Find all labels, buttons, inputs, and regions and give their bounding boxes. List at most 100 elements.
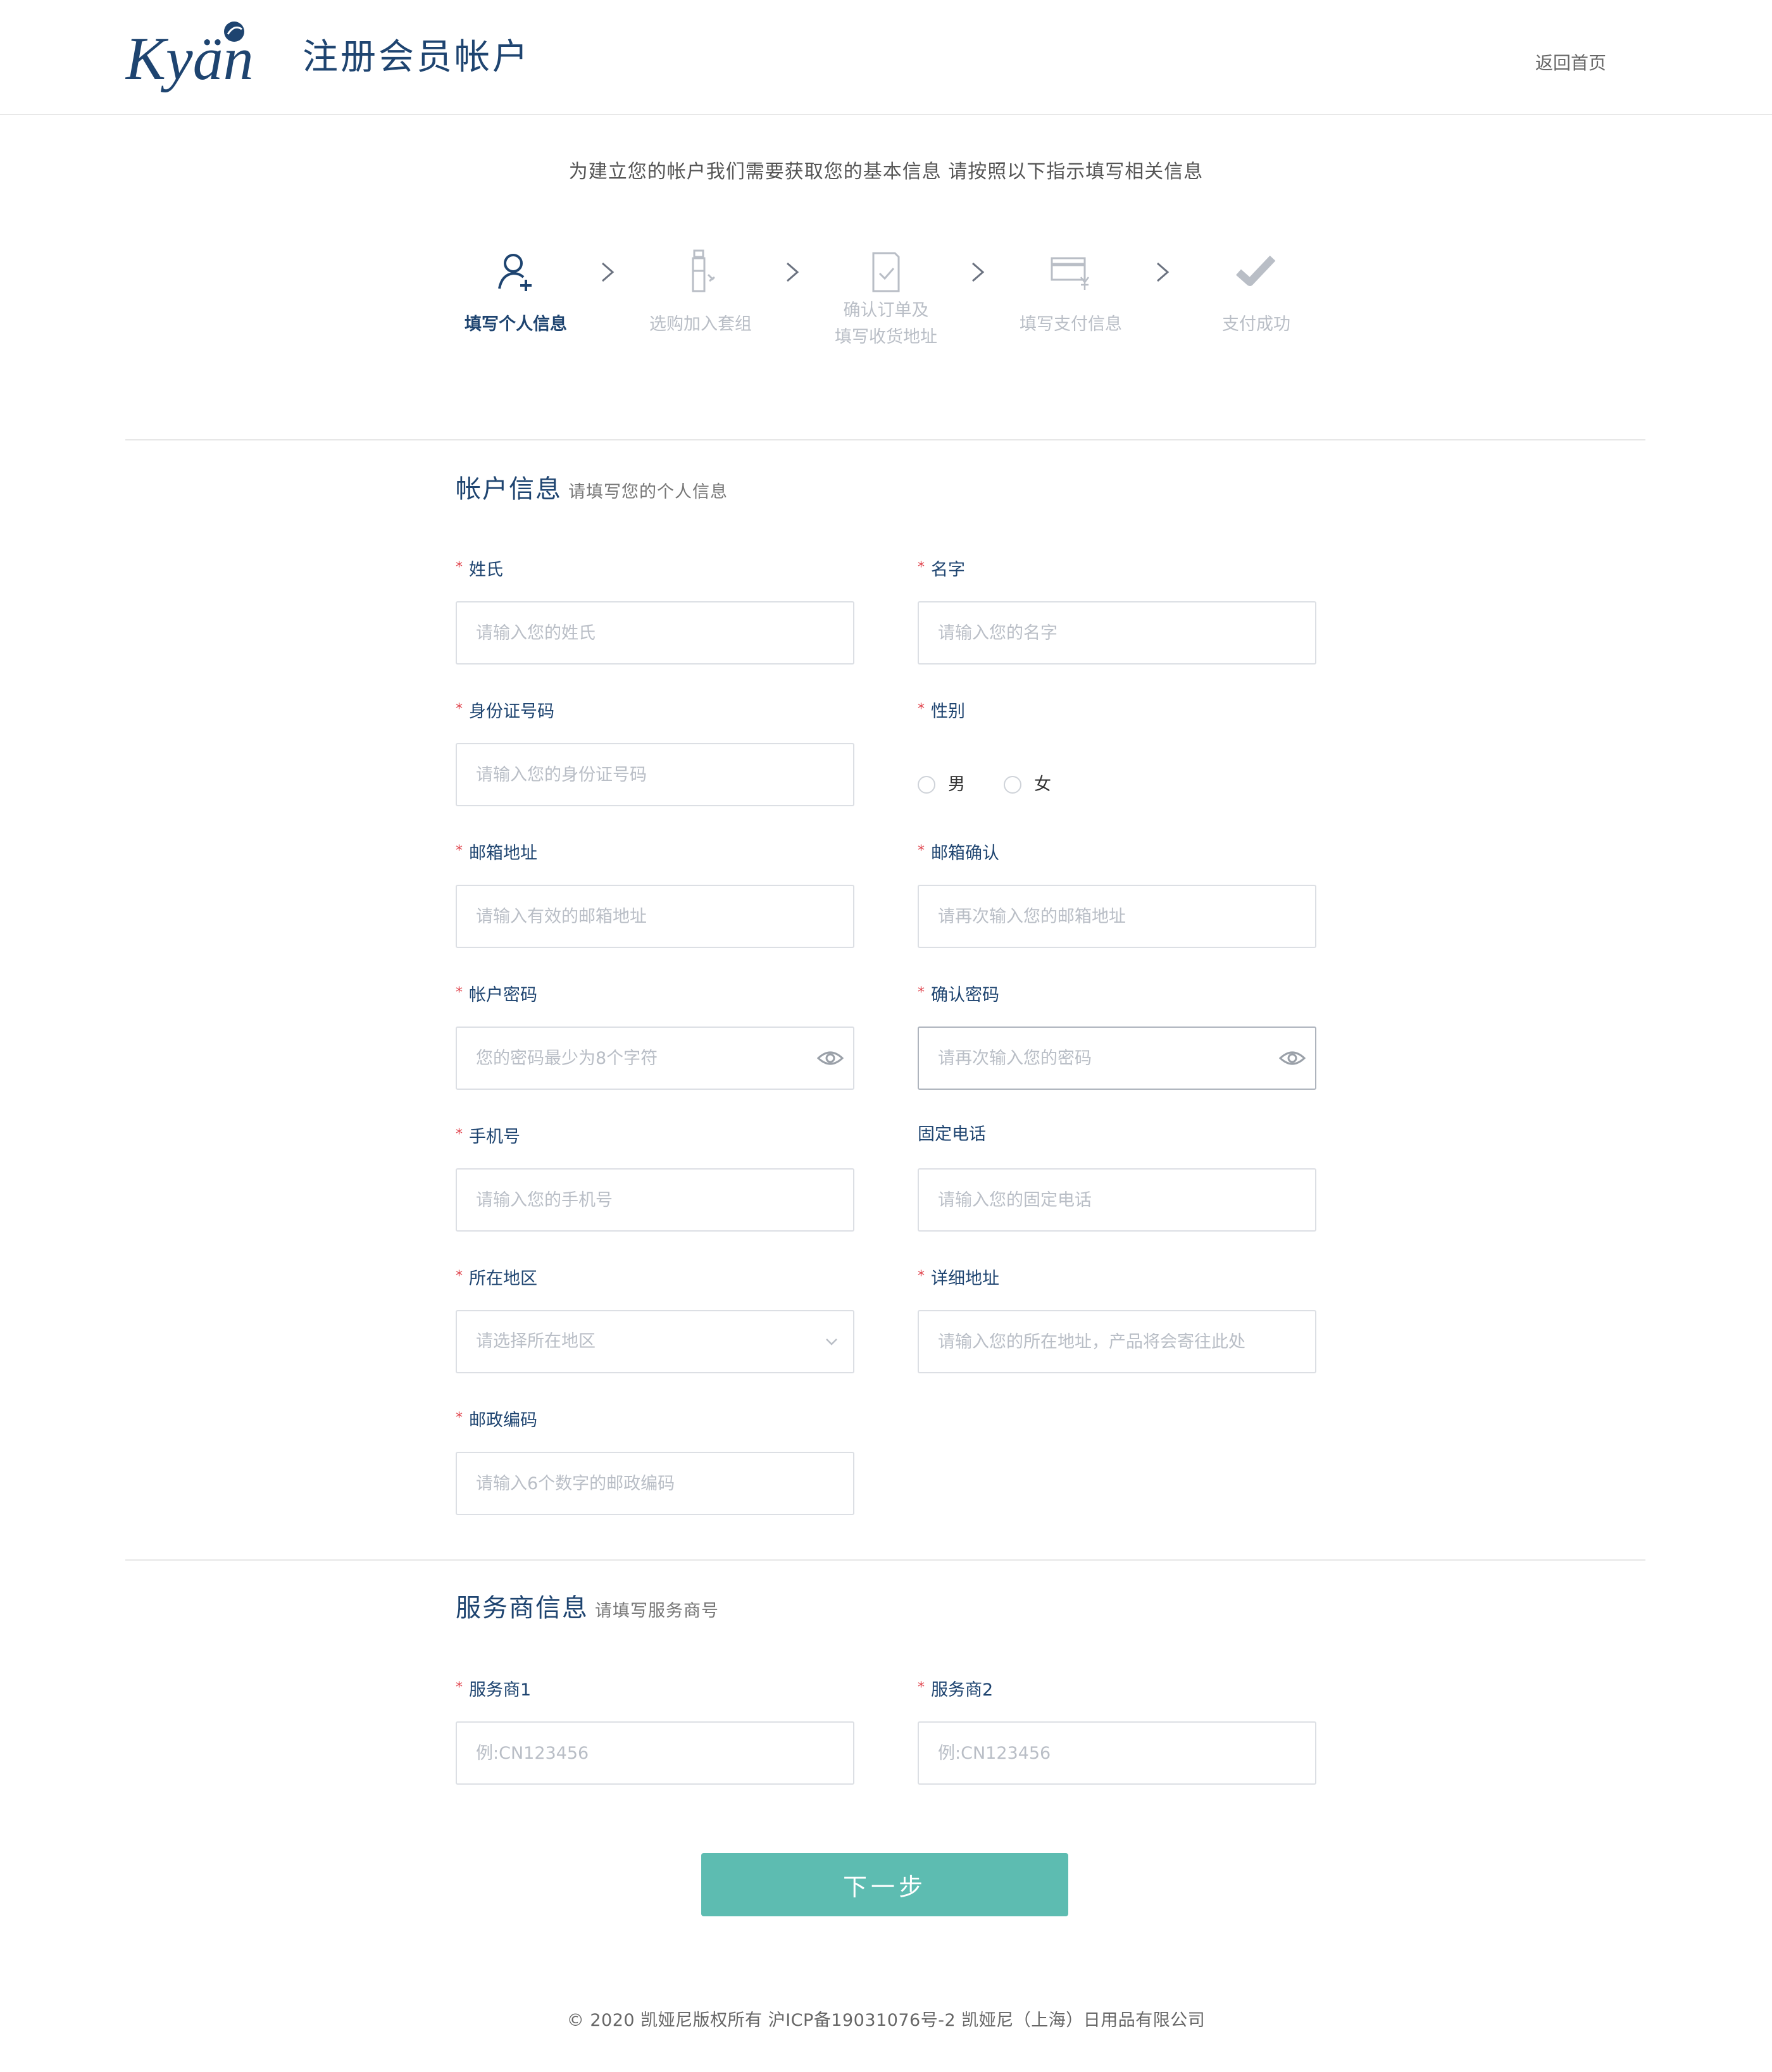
radio-circle[interactable] [918,776,935,794]
password-field: * 帐户密码 [456,981,854,1090]
section-divider [125,439,1645,440]
field-label: * 所在地区 [456,1264,854,1289]
kyani-logo[interactable]: Kyäni [125,19,252,95]
chevron-right-icon [787,262,799,282]
field-label-text: 确认密码 [931,985,999,1005]
landline-input[interactable] [919,1170,1315,1230]
required-mark: * [918,1680,925,1695]
provider1-input-box [456,1721,854,1785]
order-check-icon [872,252,900,292]
landline-input-box [918,1168,1316,1232]
required-mark: * [918,1268,925,1284]
field-label: * 性别 [918,697,1316,721]
field-label: * 确认密码 [918,981,1316,1005]
radio-label: 女 [1034,775,1051,794]
required-mark: * [918,559,925,575]
step-select-kit: 选购加入套组 [631,247,770,338]
field-label-text: 手机号 [469,1127,520,1147]
required-mark: * [456,701,463,717]
email-confirm-input-box [918,885,1316,948]
email-input-box [456,885,854,948]
field-label-text: 服务商1 [469,1680,532,1700]
field-label-text: 身份证号码 [469,702,554,721]
step-label-line1: 确认订单及 [843,301,929,320]
address-field: * 详细地址 [918,1264,1316,1373]
step-label: 支付成功 [1222,315,1290,334]
required-mark: * [456,985,463,1001]
provider2-input[interactable] [919,1723,1315,1783]
field-label-text: 邮箱确认 [931,844,999,863]
address-input-box [918,1310,1316,1373]
first-name-field: * 名字 [918,556,1316,665]
field-label: * 邮箱地址 [456,839,854,863]
email-confirm-field: * 邮箱确认 [918,839,1316,948]
eye-icon[interactable] [816,1047,844,1070]
email-input[interactable] [457,886,853,947]
last-name-input[interactable] [457,602,853,663]
password-confirm-input[interactable] [919,1028,1315,1089]
provider1-input[interactable] [457,1723,853,1783]
field-label-text: 所在地区 [469,1269,537,1289]
postcode-field: * 邮政编码 [456,1406,854,1515]
payment-card-icon [1051,257,1089,290]
required-mark: * [918,985,925,1001]
required-mark: * [918,701,925,717]
field-label: * 姓氏 [456,556,854,580]
user-add-icon [498,254,532,291]
field-label-text: 名字 [931,560,965,580]
field-label: * 帐户密码 [456,981,854,1005]
region-select-placeholder: 请选择所在地区 [476,1332,596,1351]
field-label-text: 详细地址 [931,1269,999,1289]
email-field: * 邮箱地址 [456,839,854,948]
provider-section-title: 服务商信息 请填写服务商号 [456,1587,719,1624]
step-payment-info: 填写支付信息 [1001,247,1140,338]
step-label: 填写支付信息 [1020,315,1122,334]
mobile-field: * 手机号 [456,1123,854,1232]
section-subtitle: 请填写您的个人信息 [568,482,728,502]
required-mark: * [456,1126,463,1142]
region-field: * 所在地区 请选择所在地区 [456,1264,854,1373]
section-title-text: 帐户信息 [456,475,562,504]
intro-text: 为建立您的帐户我们需要获取您的基本信息 请按照以下指示填写相关信息 [568,161,1204,183]
required-mark: * [456,843,463,859]
footer-copyright: © 2020 凯娅尼版权所有 沪ICP备19031076号-2 凯娅尼（上海）日… [566,2011,1206,2030]
postcode-input-box [456,1452,854,1515]
checkmark-icon [1236,255,1276,286]
mobile-input[interactable] [457,1170,853,1230]
field-label: * 服务商2 [918,1676,1316,1700]
field-label: * 邮箱确认 [918,839,1316,863]
next-step-button[interactable]: 下一步 [701,1853,1068,1916]
password-confirm-input-box [918,1027,1316,1090]
mobile-input-box [456,1168,854,1232]
section-subtitle: 请填写服务商号 [595,1601,719,1621]
radio-circle[interactable] [1004,776,1021,794]
password-input[interactable] [457,1028,853,1089]
field-label-text: 服务商2 [931,1680,994,1700]
field-label: * 详细地址 [918,1264,1316,1289]
field-label-text: 固定电话 [918,1125,986,1144]
eye-icon[interactable] [1278,1047,1306,1070]
postcode-input[interactable] [457,1453,853,1514]
page-title: 注册会员帐户 [303,37,530,78]
step-label: 选购加入套组 [649,315,752,334]
step-label: 填写个人信息 [465,315,567,334]
chevron-right-icon [972,262,985,282]
required-mark: * [456,559,463,575]
required-mark: * [456,1680,463,1695]
section-title-text: 服务商信息 [456,1594,589,1623]
step-payment-success: 支付成功 [1187,247,1326,338]
step-label-line2: 填写收货地址 [835,327,937,347]
field-label-text: 帐户密码 [469,985,537,1005]
required-mark: * [456,1268,463,1284]
back-home-link[interactable]: 返回首页 [1535,49,1606,75]
required-mark: * [918,843,925,859]
first-name-input[interactable] [919,602,1315,663]
region-select[interactable]: 请选择所在地区 [456,1310,854,1373]
provider1-field: * 服务商1 [456,1676,854,1785]
address-input[interactable] [919,1311,1315,1372]
id-number-input[interactable] [457,744,853,805]
required-mark: * [456,1410,463,1426]
email-confirm-input[interactable] [919,886,1315,947]
section-divider [125,1559,1645,1561]
field-label: * 邮政编码 [456,1406,854,1430]
